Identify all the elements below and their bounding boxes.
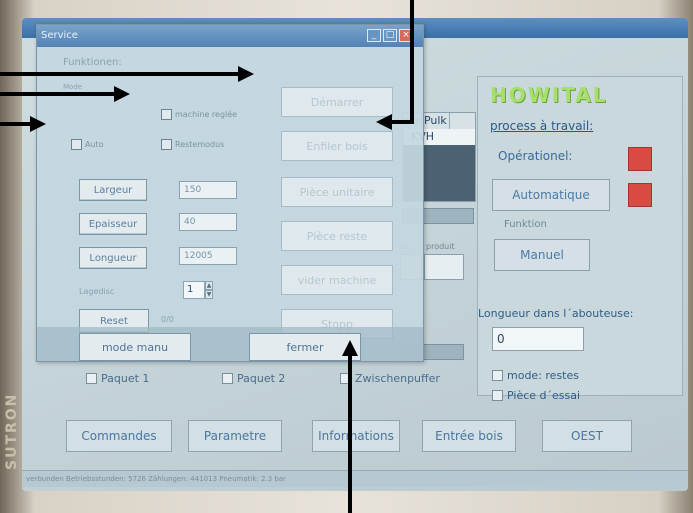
- buffer-row[interactable]: Zwischenpuffer: [340, 372, 440, 385]
- produit-label: produit: [426, 242, 455, 251]
- minimize-icon[interactable]: _: [367, 29, 381, 42]
- funktionen-label: Funktionen:: [63, 57, 122, 68]
- paquet2-checkbox[interactable]: [222, 373, 233, 384]
- epaisseur-field[interactable]: 40: [179, 213, 237, 231]
- operational-label: Opérationel:: [498, 149, 573, 163]
- automatic-button[interactable]: Automatique: [492, 179, 610, 211]
- maximize-icon[interactable]: □: [383, 29, 397, 42]
- informations-button[interactable]: Informations: [312, 420, 400, 452]
- machine-reglee-label: machine reglée: [175, 110, 238, 119]
- process-panel: HOWITAL process à travail: Opérationel: …: [477, 76, 683, 402]
- automatic-status-indicator: [628, 183, 652, 207]
- restes-checkbox-row[interactable]: mode: restes: [492, 369, 579, 382]
- machine-reglee-row[interactable]: machine reglée: [161, 109, 237, 120]
- longueur-dialog-field[interactable]: 12005: [179, 247, 237, 265]
- lagedisc-label: Lagedisc: [79, 287, 115, 296]
- paquet2-row[interactable]: Paquet 2: [222, 372, 285, 385]
- lagedisc-stepper[interactable]: 1 ▲ ▼: [183, 281, 213, 299]
- reset-counter: 0/0: [161, 315, 174, 324]
- restemodus-row[interactable]: Restemodus: [161, 139, 224, 150]
- vider-machine-button[interactable]: vider machine: [281, 265, 393, 295]
- longueur-button[interactable]: Longueur: [79, 247, 147, 269]
- essai-checkbox[interactable]: [492, 390, 503, 401]
- restes-checkbox[interactable]: [492, 370, 503, 381]
- restemodus-label: Restemodus: [175, 140, 225, 149]
- spin-down-icon[interactable]: ▼: [205, 290, 213, 299]
- process-label: process à travail:: [490, 119, 594, 133]
- longueur-label: Longueur dans l´abouteuse:: [478, 307, 634, 320]
- oest-button[interactable]: OEST: [542, 420, 632, 452]
- auto-checkbox[interactable]: [71, 139, 82, 150]
- restemodus-checkbox[interactable]: [161, 139, 172, 150]
- largeur-button[interactable]: Largeur: [79, 179, 147, 201]
- paquet1-checkbox[interactable]: [86, 373, 97, 384]
- produit-box: [424, 254, 464, 280]
- brand-label: SUTRON: [4, 392, 20, 470]
- entree-bois-button[interactable]: Entrée bois: [422, 420, 516, 452]
- operational-status-indicator: [628, 147, 652, 171]
- auto-label: Auto: [85, 140, 104, 149]
- parametre-button[interactable]: Parametre: [188, 420, 282, 452]
- paquet1-row[interactable]: Paquet 1: [86, 372, 149, 385]
- machine-reglee-checkbox[interactable]: [161, 109, 172, 120]
- piece-reste-button[interactable]: Pièce reste: [281, 221, 393, 251]
- funktion-label: Funktion: [504, 219, 547, 230]
- largeur-field[interactable]: 150: [179, 181, 237, 199]
- enfiler-bois-button[interactable]: Enfiler bois: [281, 131, 393, 161]
- mode-small-label: Mode: [63, 83, 83, 91]
- piece-unitaire-button[interactable]: Pièce unitaire: [281, 177, 393, 207]
- demarrer-button[interactable]: Démarrer: [281, 87, 393, 117]
- essai-checkbox-row[interactable]: Pièce d´essai: [492, 389, 580, 402]
- paquet2-label: Paquet 2: [237, 372, 286, 385]
- spin-up-icon[interactable]: ▲: [205, 281, 213, 290]
- lagedisc-value[interactable]: 1: [183, 281, 205, 299]
- status-bar: verbunden Betriebsstunden: 5726 Zählunge…: [22, 470, 688, 487]
- commandes-button[interactable]: Commandes: [66, 420, 172, 452]
- manual-button[interactable]: Manuel: [494, 239, 590, 271]
- howital-logo: HOWITAL: [490, 83, 608, 107]
- mode-manu-button[interactable]: mode manu: [79, 333, 191, 361]
- longueur-field[interactable]: 0: [492, 327, 584, 351]
- paquet1-label: Paquet 1: [101, 372, 150, 385]
- auto-row[interactable]: Auto: [71, 139, 104, 150]
- epaisseur-button[interactable]: Epaisseur: [79, 213, 147, 235]
- dialog-title: Service: [37, 25, 423, 47]
- table-header-pulk: Pulk: [422, 113, 450, 129]
- buffer-label: Zwischenpuffer: [355, 372, 440, 385]
- essai-checkbox-label: Pièce d´essai: [507, 389, 581, 402]
- restes-checkbox-label: mode: restes: [507, 369, 579, 382]
